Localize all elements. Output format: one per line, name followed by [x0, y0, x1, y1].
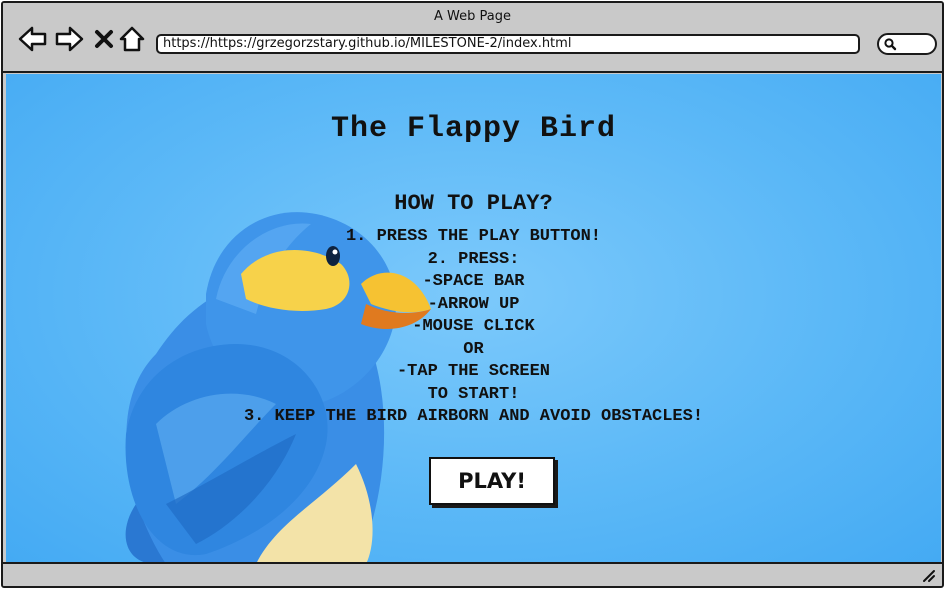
status-bar [3, 562, 942, 586]
play-button[interactable]: PLAY! [429, 457, 555, 505]
instruction-line: -MOUSE CLICK [412, 317, 535, 336]
window-title: A Web Page [434, 9, 511, 24]
page-title: The Flappy Bird [330, 112, 617, 146]
instruction-line: OR [463, 339, 484, 359]
page-viewport: The Flappy Bird HOW TO PLAY? 1. PRESS TH… [6, 74, 941, 564]
how-to-play-heading: HOW TO PLAY? [394, 191, 553, 216]
home-button[interactable] [116, 23, 148, 55]
forward-button[interactable] [53, 23, 85, 55]
address-bar[interactable]: https://https://grzegorzstary.github.io/… [156, 34, 860, 54]
arrow-left-icon [18, 26, 47, 52]
search-input[interactable] [877, 33, 937, 55]
instruction-line: 2. PRESS: [427, 249, 520, 269]
instruction-line: -SPACE BAR [422, 272, 525, 291]
instruction-line: -ARROW UP [427, 294, 520, 314]
instruction-line: -TAP THE SCREEN [396, 362, 551, 381]
instruction-line: 1. PRESS THE PLAY BUTTON! [345, 227, 602, 246]
browser-toolbar: A Web Page https://https://grzegorzstary… [3, 3, 942, 73]
search-icon [884, 38, 897, 51]
close-icon [95, 30, 113, 48]
page-content: The Flappy Bird HOW TO PLAY? 1. PRESS TH… [6, 74, 941, 564]
browser-window: A Web Page https://https://grzegorzstary… [1, 1, 944, 588]
arrow-right-icon [55, 26, 84, 52]
back-button[interactable] [17, 23, 49, 55]
instructions-list: 1. PRESS THE PLAY BUTTON! 2. PRESS: -SPA… [6, 226, 941, 429]
resize-grip-icon[interactable] [922, 569, 936, 583]
instruction-line: TO START! [427, 384, 520, 404]
instruction-line: 3. KEEP THE BIRD AIRBORN AND AVOID OBSTA… [243, 407, 704, 426]
home-icon [119, 26, 145, 52]
